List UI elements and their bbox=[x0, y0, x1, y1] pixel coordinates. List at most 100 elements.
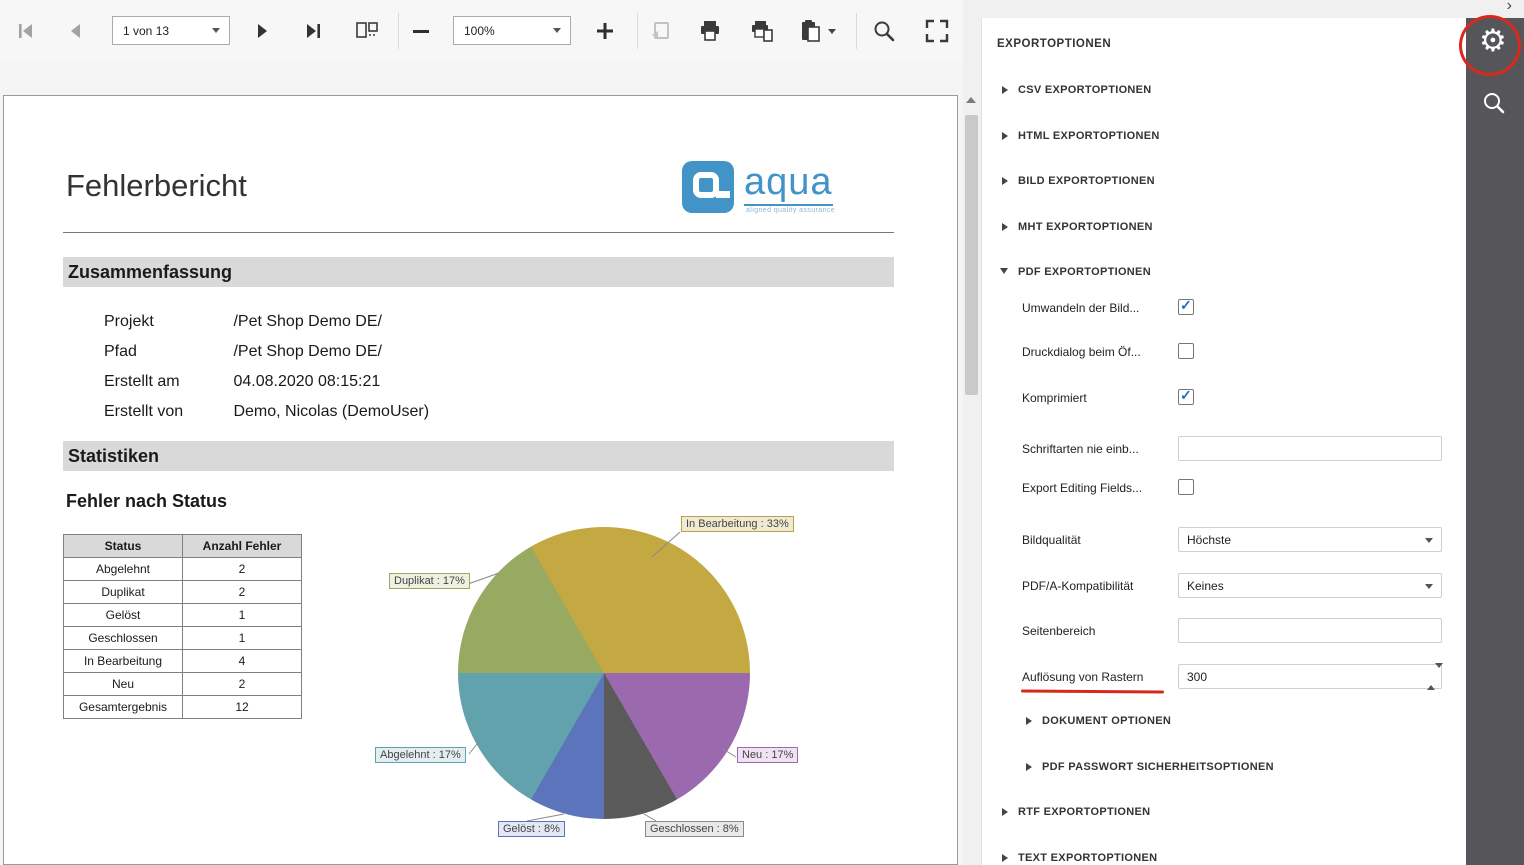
title-divider bbox=[63, 232, 894, 233]
checkbox-checked[interactable] bbox=[1178, 389, 1194, 405]
aqua-logo-icon bbox=[682, 161, 734, 213]
table-row: Gelöst1 bbox=[64, 604, 302, 627]
pie-label-abgelehnt: Abgelehnt : 17% bbox=[375, 747, 466, 763]
number-spinner[interactable] bbox=[1427, 668, 1437, 686]
schriftarten-input[interactable] bbox=[1178, 436, 1442, 461]
group-pdf-exportoptionen[interactable]: PDF EXPORTOPTIONEN bbox=[982, 259, 1466, 285]
option-export-editing-fields: Export Editing Fields... bbox=[982, 475, 1466, 501]
aufloesung-number-input[interactable]: 300 bbox=[1178, 664, 1442, 689]
last-page-button[interactable] bbox=[296, 14, 330, 48]
aqua-logo-tagline: aligned quality assurance bbox=[746, 207, 835, 214]
toolbar-separator bbox=[398, 13, 399, 49]
settings-gear-icon[interactable]: ⚙ bbox=[1479, 26, 1507, 57]
printer-icon bbox=[697, 19, 723, 43]
table-row: Gesamtergebnis12 bbox=[64, 696, 302, 719]
previous-page-button[interactable] bbox=[60, 14, 92, 48]
zoom-dropdown[interactable]: 100% bbox=[453, 16, 571, 45]
group-text-exportoptionen[interactable]: TEXT EXPORTOPTIONEN bbox=[982, 845, 1466, 865]
scroll-up-arrow[interactable] bbox=[966, 97, 976, 103]
chart-heading: Fehler nach Status bbox=[66, 491, 227, 512]
plus-icon bbox=[594, 20, 616, 42]
pie-label-geschlossen: Geschlossen : 8% bbox=[645, 821, 744, 837]
table-header-row: Status Anzahl Fehler bbox=[64, 535, 302, 558]
bildqualitaet-select[interactable]: Höchste bbox=[1178, 527, 1442, 552]
seitenbereich-input[interactable] bbox=[1178, 618, 1442, 643]
pie-label-duplikat: Duplikat : 17% bbox=[389, 573, 470, 589]
status-table: Status Anzahl Fehler Abgelehnt2 Duplikat… bbox=[63, 534, 302, 719]
scrollbar-thumb[interactable] bbox=[965, 115, 978, 395]
previous-page-icon bbox=[65, 20, 87, 42]
spinner-down-icon[interactable] bbox=[1435, 663, 1443, 685]
print-with-preview-button[interactable] bbox=[744, 14, 780, 48]
pie-label-geloest: Gelöst : 8% bbox=[498, 821, 565, 837]
zoom-in-button[interactable] bbox=[588, 14, 622, 48]
group-mht-exportoptionen[interactable]: MHT EXPORTOPTIONEN bbox=[982, 214, 1466, 240]
option-umwandeln-der-bild: Umwandeln der Bild... bbox=[982, 295, 1466, 321]
column-header: Status bbox=[64, 535, 183, 558]
toolbar-separator bbox=[856, 13, 857, 49]
sidebar-search-icon[interactable] bbox=[1481, 90, 1507, 116]
table-row: Duplikat2 bbox=[64, 581, 302, 604]
section-header-stats: Statistiken bbox=[63, 441, 894, 471]
field-value: Demo, Nicolas (DemoUser) bbox=[233, 403, 429, 420]
option-komprimiert: Komprimiert bbox=[982, 385, 1466, 411]
scrollbar-track[interactable] bbox=[963, 0, 981, 865]
chevron-right-icon bbox=[1002, 808, 1008, 816]
chevron-down-icon bbox=[553, 28, 561, 33]
subgroup-pdf-passwort[interactable]: PDF PASSWORT SICHERHEITSOPTIONEN bbox=[982, 754, 1466, 780]
field-label: Erstellt am bbox=[104, 367, 229, 397]
chevron-right-icon bbox=[1002, 86, 1008, 94]
multiple-pages-icon bbox=[354, 19, 380, 43]
report-title: Fehlerbericht bbox=[66, 168, 247, 204]
checkbox-checked[interactable] bbox=[1178, 299, 1194, 315]
option-aufloesung-von-rastern: Auflösung von Rastern 300 bbox=[982, 664, 1466, 690]
spinner-up-icon[interactable] bbox=[1427, 668, 1435, 690]
chevron-down-icon bbox=[1425, 584, 1433, 589]
summary-field: Projekt /Pet Shop Demo DE/ bbox=[104, 307, 382, 337]
fullscreen-icon bbox=[924, 18, 950, 44]
chevron-down-icon bbox=[828, 29, 836, 34]
pdfa-select[interactable]: Keines bbox=[1178, 573, 1442, 598]
panel-top-strip: › bbox=[963, 0, 1524, 18]
print-button[interactable] bbox=[692, 14, 728, 48]
status-pie-chart-area: In Bearbeitung : 33% Duplikat : 17% Abge… bbox=[364, 511, 819, 851]
option-pdfa-kompatibilitaet: PDF/A-Kompatibilität Keines bbox=[982, 573, 1466, 599]
table-row: Neu2 bbox=[64, 673, 302, 696]
chevron-right-icon bbox=[1002, 223, 1008, 231]
group-rtf-exportoptionen[interactable]: RTF EXPORTOPTIONEN bbox=[982, 799, 1466, 825]
option-seitenbereich: Seitenbereich bbox=[982, 618, 1466, 644]
checkbox-unchecked[interactable] bbox=[1178, 343, 1194, 359]
zoom-out-button[interactable] bbox=[406, 14, 436, 48]
chevron-down-icon bbox=[1425, 538, 1433, 543]
search-button[interactable] bbox=[866, 14, 902, 48]
group-bild-exportoptionen[interactable]: BILD EXPORTOPTIONEN bbox=[982, 168, 1466, 194]
field-value: 04.08.2020 08:15:21 bbox=[233, 373, 380, 390]
export-button[interactable] bbox=[794, 14, 840, 48]
chevron-down-icon bbox=[212, 28, 220, 33]
first-page-button[interactable] bbox=[10, 14, 42, 48]
panel-title: EXPORTOPTIONEN bbox=[997, 38, 1111, 50]
chevron-right-icon bbox=[1002, 132, 1008, 140]
group-csv-exportoptionen[interactable]: CSV EXPORTOPTIONEN bbox=[982, 77, 1466, 103]
first-page-icon bbox=[15, 20, 37, 42]
chevron-right-icon bbox=[1026, 763, 1032, 771]
group-html-exportoptionen[interactable]: HTML EXPORTOPTIONEN bbox=[982, 123, 1466, 149]
next-page-button[interactable] bbox=[246, 14, 278, 48]
fullscreen-button[interactable] bbox=[918, 14, 956, 48]
collapse-panel-chevron[interactable]: › bbox=[1507, 0, 1512, 15]
page-number-value: 1 von 13 bbox=[113, 24, 212, 38]
multiple-pages-button[interactable] bbox=[348, 14, 386, 48]
option-schriftarten: Schriftarten nie einb... bbox=[982, 436, 1466, 462]
section-header-summary: Zusammenfassung bbox=[63, 257, 894, 287]
subgroup-dokument-optionen[interactable]: DOKUMENT OPTIONEN bbox=[982, 708, 1466, 734]
field-value: /Pet Shop Demo DE/ bbox=[233, 343, 382, 360]
send-report-button[interactable] bbox=[644, 14, 678, 48]
table-row: Geschlossen1 bbox=[64, 627, 302, 650]
checkbox-unchecked[interactable] bbox=[1178, 479, 1194, 495]
chevron-right-icon bbox=[1026, 717, 1032, 725]
document-page: Fehlerbericht aqua aligned quality assur… bbox=[3, 95, 958, 865]
search-icon bbox=[872, 19, 896, 43]
page-number-dropdown[interactable]: 1 von 13 bbox=[112, 16, 230, 45]
summary-field: Pfad /Pet Shop Demo DE/ bbox=[104, 337, 382, 367]
pie-chart bbox=[458, 527, 750, 819]
